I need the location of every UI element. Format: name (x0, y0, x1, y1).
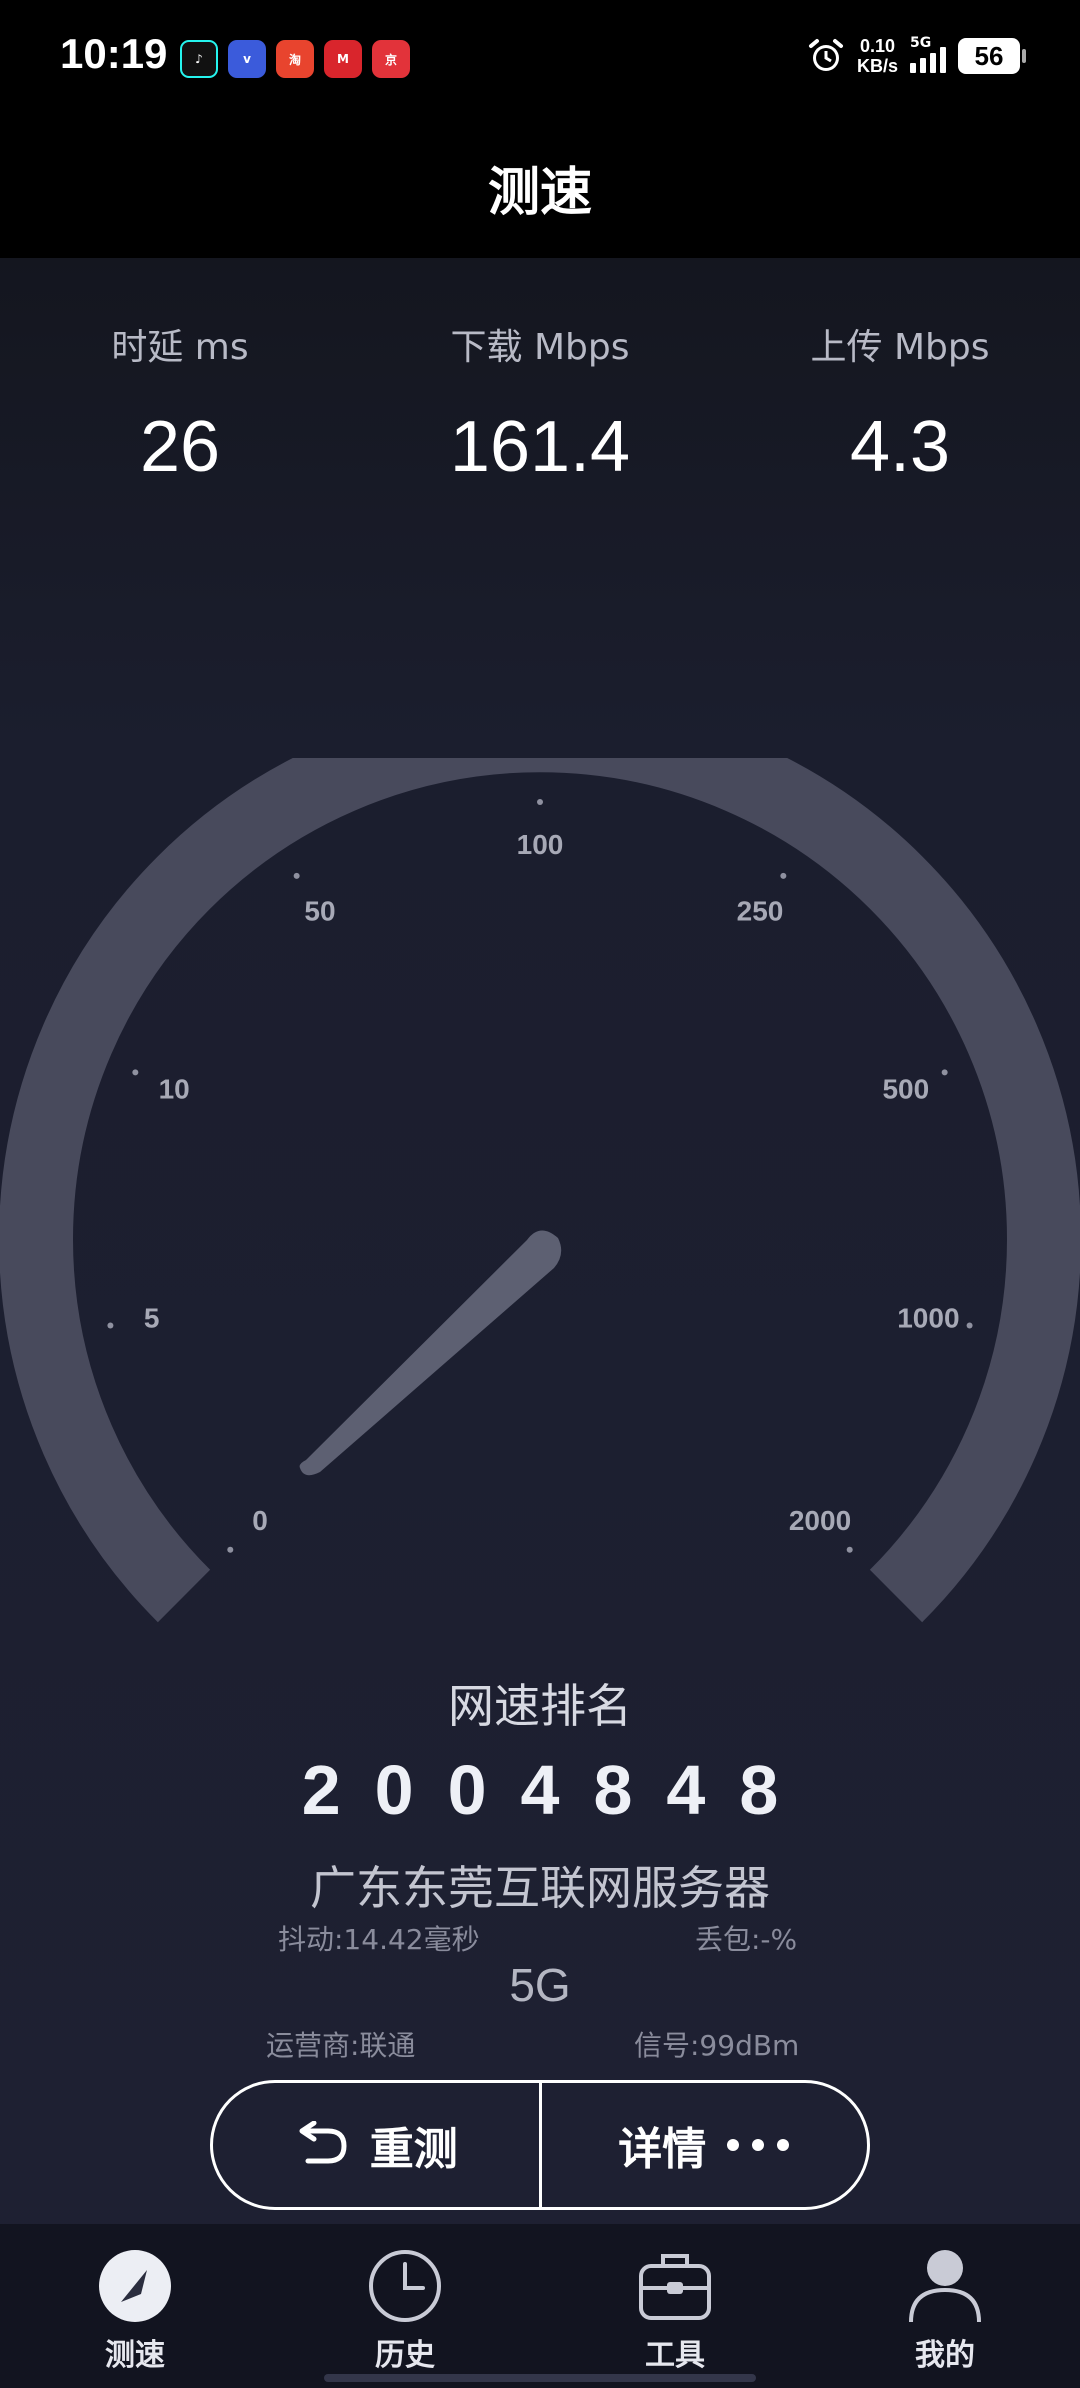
nav-item-profile[interactable]: 我的 (810, 2224, 1080, 2388)
gauge-tick-dot (966, 1322, 973, 1329)
details-label: 详情 (618, 2124, 707, 2175)
vivo-icon: v (228, 40, 266, 78)
system-tray: 0.10 KB/s 5G 56 (807, 35, 1026, 76)
signal-info: 信号:99dBm (634, 2029, 800, 2062)
gauge-tick-dot (132, 1069, 139, 1076)
gauge-tick-label: 0 (252, 1505, 268, 1536)
gauge-tick-dot (107, 1322, 114, 1329)
connection-type: 5G (509, 1959, 571, 2011)
speedtest-panel: 时延 ms 26 下载 Mbps 161.4 上传 Mbps 4.3 0 5 10 5… (0, 258, 1080, 2224)
page-title: 测速 (487, 162, 592, 223)
gauge-needle (299, 1230, 562, 1476)
network-speed-value: 0.10 (859, 36, 896, 56)
packet-loss-info: 丢包:-% (695, 1923, 798, 1956)
download-value: 161.4 (449, 407, 631, 487)
toolbox-icon (639, 2254, 711, 2320)
latency-label: 时延 ms (111, 327, 249, 368)
gauge-tick-dot (846, 1546, 853, 1553)
retest-label: 重测 (369, 2124, 458, 2175)
download-metric: 下载 Mbps 161.4 (360, 318, 720, 488)
nav-label-history: 历史 (375, 2338, 435, 2373)
gauge-tick-dot (537, 799, 543, 805)
gauge-tick-dot (780, 872, 787, 879)
upload-label: 上传 Mbps (810, 327, 990, 368)
status-time: 10:19 (60, 30, 168, 77)
ellipsis-icon (727, 2139, 790, 2151)
upload-value: 4.3 (849, 407, 951, 487)
jitter-info: 抖动:14.42毫秒 (278, 1923, 480, 1956)
carrier-info: 运营商:联通 (266, 2029, 416, 2062)
gauge-tick-label: 2000 (789, 1505, 851, 1536)
retest-button[interactable]: 重测 (213, 2083, 539, 2207)
latency-metric: 时延 ms 26 (0, 318, 360, 488)
metrics-row: 时延 ms 26 下载 Mbps 161.4 上传 Mbps 4.3 (0, 318, 1080, 488)
details-button[interactable]: 详情 (542, 2083, 868, 2207)
gauge-tick-label: 50 (304, 896, 335, 927)
notification-icons: ♪ v 淘 M 京 (180, 40, 410, 78)
nav-label-speedtest: 测速 (105, 2338, 165, 2373)
battery-level: 56 (974, 40, 1004, 71)
gauge-tick-label: 500 (882, 1073, 929, 1104)
clock-icon (369, 2250, 441, 2322)
gauge-tick-label: 5 (144, 1302, 160, 1333)
home-indicator (324, 2374, 756, 2382)
undo-arrow-icon (299, 2121, 347, 2164)
network-speed: 0.10 KB/s (857, 36, 898, 76)
gauge-track (0, 758, 1080, 1623)
gauge-tick-label: 250 (737, 896, 784, 927)
upload-metric: 上传 Mbps 4.3 (720, 318, 1080, 488)
gauge-tick-label: 100 (517, 829, 564, 860)
signal-icon: 5G (910, 35, 946, 73)
user-icon (909, 2250, 981, 2323)
gauge-tick-dot (293, 872, 300, 879)
latency-value: 26 (139, 407, 221, 487)
nav-item-speedtest[interactable]: 测速 (0, 2224, 270, 2388)
nav-label-profile: 我的 (915, 2338, 975, 2373)
battery-icon: 56 (958, 38, 1026, 74)
douyin-icon: ♪ (180, 40, 218, 78)
action-button-group: 重测 详情 (210, 2080, 870, 2210)
server-name: 广东东莞互联网服务器 (310, 1861, 770, 1915)
gauge-tick-dot (941, 1069, 948, 1076)
meituan-icon: M (324, 40, 362, 78)
speedometer-icon (99, 2250, 171, 2322)
taobao-618-icon: 淘 (276, 40, 314, 78)
header: 测速 (0, 116, 1080, 258)
bottom-nav: 测速 历史 工具 我的 (0, 2224, 1080, 2388)
status-bar: 10:19 ♪ v 淘 M 京 0.10 KB/s 5G 56 (0, 0, 1080, 116)
rank-label: 网速排名 (448, 1679, 632, 1733)
gauge-tick-label: 1000 (897, 1302, 959, 1333)
gauge-ticks: 0 5 10 50 100 250 500 1000 2000 (107, 799, 973, 1553)
network-speed-unit: KB/s (856, 56, 898, 76)
network-type-badge: 5G (910, 35, 932, 51)
alarm-icon (808, 39, 843, 71)
rank-value: 2004848 (301, 1751, 813, 1829)
nav-item-history[interactable]: 历史 (270, 2224, 540, 2388)
nav-item-tools[interactable]: 工具 (540, 2224, 810, 2388)
gauge-tick-label: 10 (159, 1073, 190, 1104)
nav-label-tools: 工具 (645, 2338, 705, 2373)
download-label: 下载 Mbps (450, 327, 630, 368)
jd-618-icon: 京 (372, 40, 410, 78)
gauge-tick-dot (227, 1546, 234, 1553)
